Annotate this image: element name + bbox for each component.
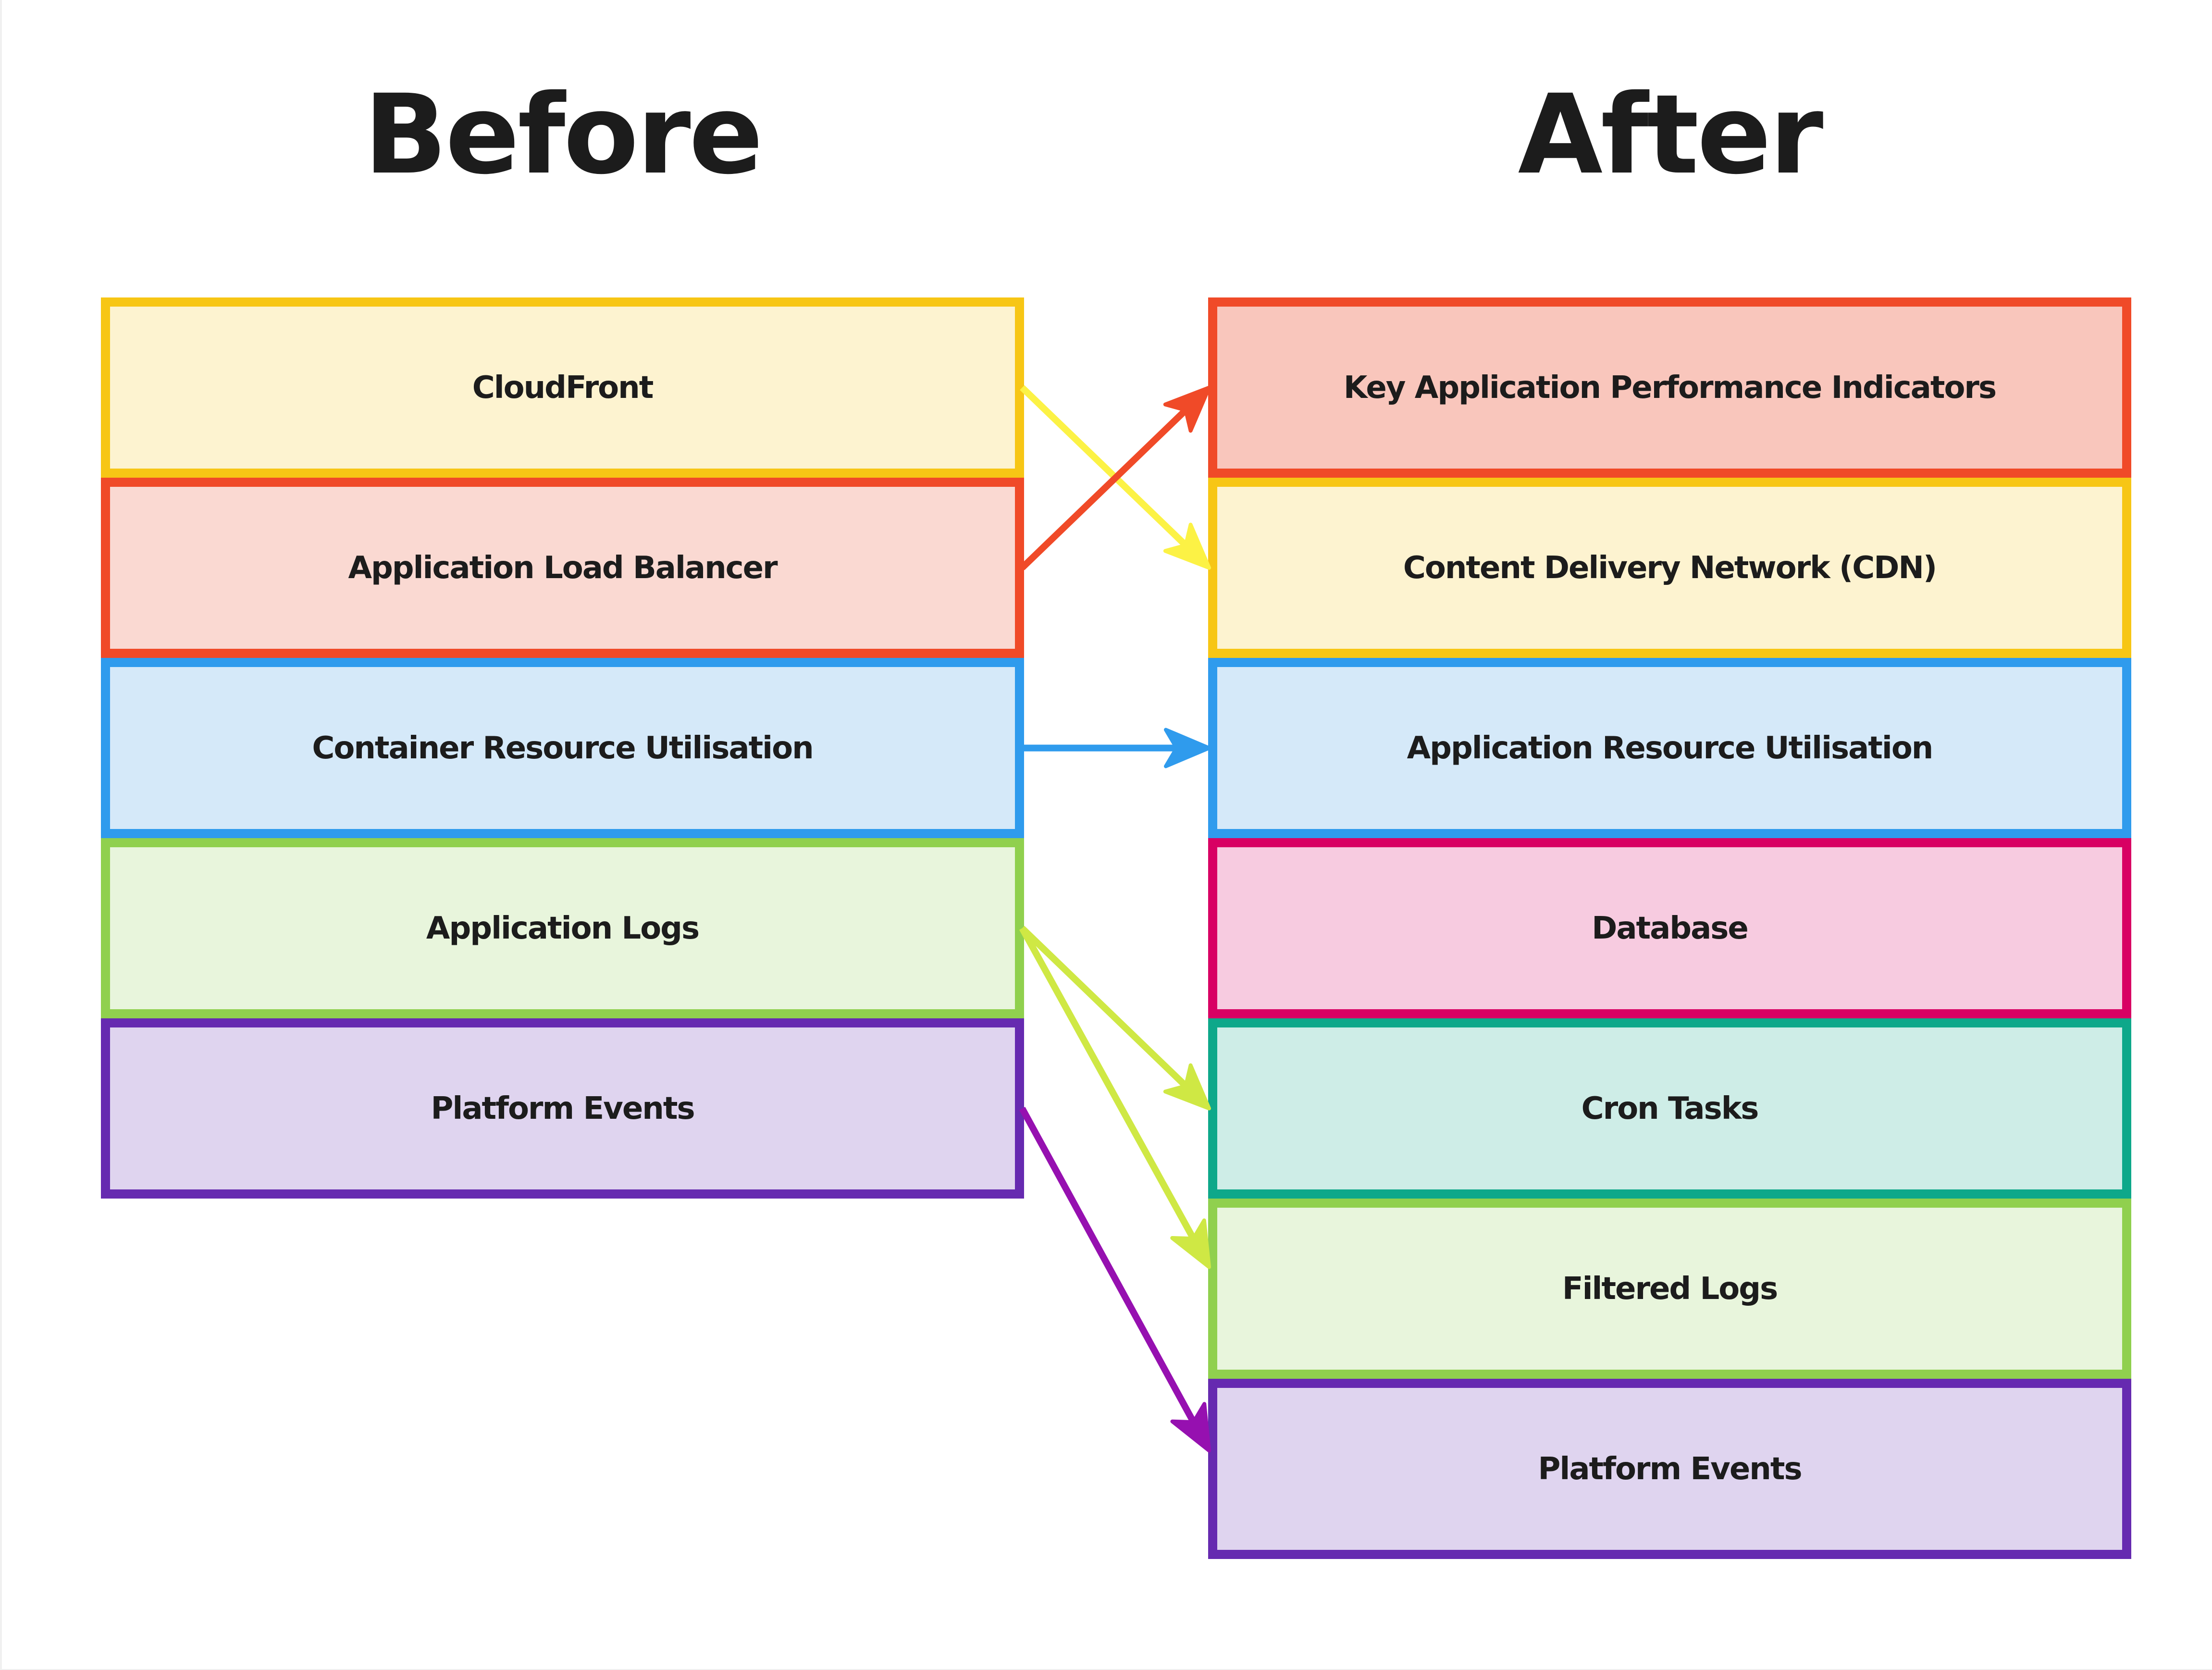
- box-label: Application Load Balancer: [348, 550, 778, 586]
- before-box-container-resource-utilisation[interactable]: Container Resource Utilisation: [101, 658, 1024, 838]
- box-label: Application Resource Utilisation: [1407, 730, 1934, 766]
- arrow-line: [1020, 385, 1187, 547]
- box-label: Platform Events: [1538, 1451, 1802, 1487]
- arrowhead-icon: [1163, 1063, 1211, 1111]
- box-label: Platform Events: [431, 1090, 695, 1126]
- after-box-key-application-performance-indicators[interactable]: Key Application Performance Indicators: [1208, 297, 2131, 478]
- before-box-cloudfront[interactable]: CloudFront: [101, 297, 1024, 478]
- arrow-application-logs-to-filtered-logs: [1019, 927, 1211, 1269]
- box-label: CloudFront: [472, 370, 654, 406]
- after-box-cron-tasks[interactable]: Cron Tasks: [1208, 1018, 2131, 1199]
- after-box-application-resource-utilisation[interactable]: Application Resource Utilisation: [1208, 658, 2131, 838]
- after-heading: After: [1518, 71, 1824, 198]
- arrow-container-resource-utilisation-to-application-resource-utilisation: [1022, 728, 1211, 768]
- arrowhead-icon: [1164, 728, 1211, 768]
- after-box-database[interactable]: Database: [1208, 838, 2131, 1018]
- box-label: Container Resource Utilisation: [312, 730, 814, 766]
- arrow-line: [1020, 408, 1187, 570]
- after-box-content-delivery-network[interactable]: Content Delivery Network (CDN): [1208, 478, 2131, 658]
- box-label: Database: [1592, 910, 1749, 946]
- before-box-application-load-balancer[interactable]: Application Load Balancer: [101, 478, 1024, 658]
- arrow-platform-events-to-platform-events: [1019, 1107, 1211, 1453]
- arrowhead-icon: [1170, 1218, 1211, 1269]
- arrow-line: [1019, 927, 1196, 1239]
- box-label: Application Logs: [426, 910, 700, 946]
- box-label: Content Delivery Network (CDN): [1403, 550, 1937, 586]
- after-box-platform-events[interactable]: Platform Events: [1208, 1379, 2131, 1559]
- before-box-application-logs[interactable]: Application Logs: [101, 838, 1024, 1018]
- box-label: Key Application Performance Indicators: [1343, 370, 1997, 406]
- before-heading: Before: [363, 71, 763, 198]
- box-label: Cron Tasks: [1581, 1090, 1759, 1126]
- box-label: Filtered Logs: [1562, 1271, 1778, 1307]
- after-box-filtered-logs[interactable]: Filtered Logs: [1208, 1199, 2131, 1379]
- arrow-cloudfront-to-content-delivery-network-cdn: [1020, 385, 1211, 570]
- arrow-line: [1020, 926, 1187, 1088]
- arrow-application-logs-to-cron-tasks: [1020, 926, 1211, 1111]
- before-box-platform-events[interactable]: Platform Events: [101, 1018, 1024, 1199]
- page-left-edge: [0, 0, 2, 1670]
- arrow-application-load-balancer-to-key-application-performance-indicators: [1020, 385, 1211, 570]
- arrowhead-icon: [1170, 1402, 1211, 1453]
- arrowhead-icon: [1163, 522, 1211, 570]
- arrow-line: [1019, 1107, 1196, 1423]
- arrowhead-icon: [1163, 385, 1211, 433]
